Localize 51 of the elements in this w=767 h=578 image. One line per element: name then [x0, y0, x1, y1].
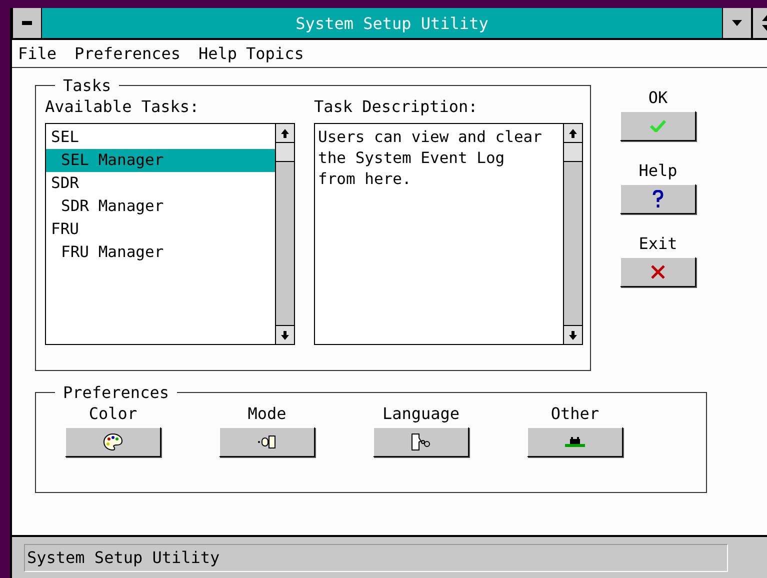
menu-item[interactable]: Preferences: [74, 44, 180, 63]
system-menu-button[interactable]: [12, 8, 42, 38]
task-item[interactable]: FRU Manager: [46, 241, 275, 264]
menu-item[interactable]: File: [18, 44, 57, 63]
status-bar: System Setup Utility: [24, 544, 728, 572]
task-category[interactable]: SDR: [46, 172, 275, 195]
language-button[interactable]: [373, 427, 469, 457]
task-list[interactable]: SEL SEL Manager SDR SDR Manager FRU FRU Manager: [45, 123, 295, 345]
button-label: Language: [382, 404, 460, 423]
button-label: OK: [648, 88, 668, 107]
up-arrow-icon: [569, 128, 577, 138]
down-arrow-icon: [732, 20, 742, 26]
close-icon: [651, 265, 665, 279]
button-label: Other: [550, 404, 600, 423]
up-arrow-icon: [281, 128, 289, 138]
menu-item[interactable]: Topics: [246, 44, 304, 63]
scroll-thumb[interactable]: [276, 143, 294, 162]
chip-icon: [565, 437, 585, 447]
description-label: Task Description:: [314, 96, 479, 118]
scroll-thumb[interactable]: [564, 143, 582, 162]
menu-item[interactable]: Help: [198, 44, 238, 63]
speaking-head-icon: [411, 433, 431, 451]
button-label: Exit: [638, 234, 678, 253]
minus-icon: [22, 21, 32, 25]
other-button[interactable]: [527, 427, 623, 457]
palette-button[interactable]: [65, 427, 161, 457]
list-label: Available Tasks:: [45, 96, 200, 118]
down-arrow-icon: [281, 330, 289, 340]
button-label: Mode: [248, 404, 286, 423]
button-label: Color: [88, 404, 138, 423]
ok-button[interactable]: [620, 111, 696, 141]
palette-icon: [103, 433, 123, 451]
checkmark-icon: [650, 120, 666, 132]
help-button[interactable]: [620, 184, 696, 214]
down-arrow-icon: [569, 330, 577, 340]
task-item[interactable]: SEL Manager: [46, 149, 275, 172]
scrollbar[interactable]: [563, 124, 582, 344]
task-category[interactable]: FRU: [46, 218, 275, 241]
exit-button[interactable]: [620, 257, 696, 287]
scrollbar[interactable]: [275, 124, 294, 344]
minimize-button[interactable]: [722, 8, 752, 38]
task-category[interactable]: SEL: [46, 126, 275, 149]
group-title: Tasks: [62, 76, 112, 95]
task-item[interactable]: SDR Manager: [46, 195, 275, 218]
group-title: Preferences: [62, 383, 170, 402]
question-mark-icon: [652, 190, 664, 208]
plug-icon: [257, 435, 277, 449]
mode-button[interactable]: [219, 427, 315, 457]
window-title: System Setup Utility: [294, 14, 490, 32]
button-label: Help: [638, 161, 678, 180]
description-text: Users can view and clear the System Event Log from here.: [317, 127, 543, 190]
